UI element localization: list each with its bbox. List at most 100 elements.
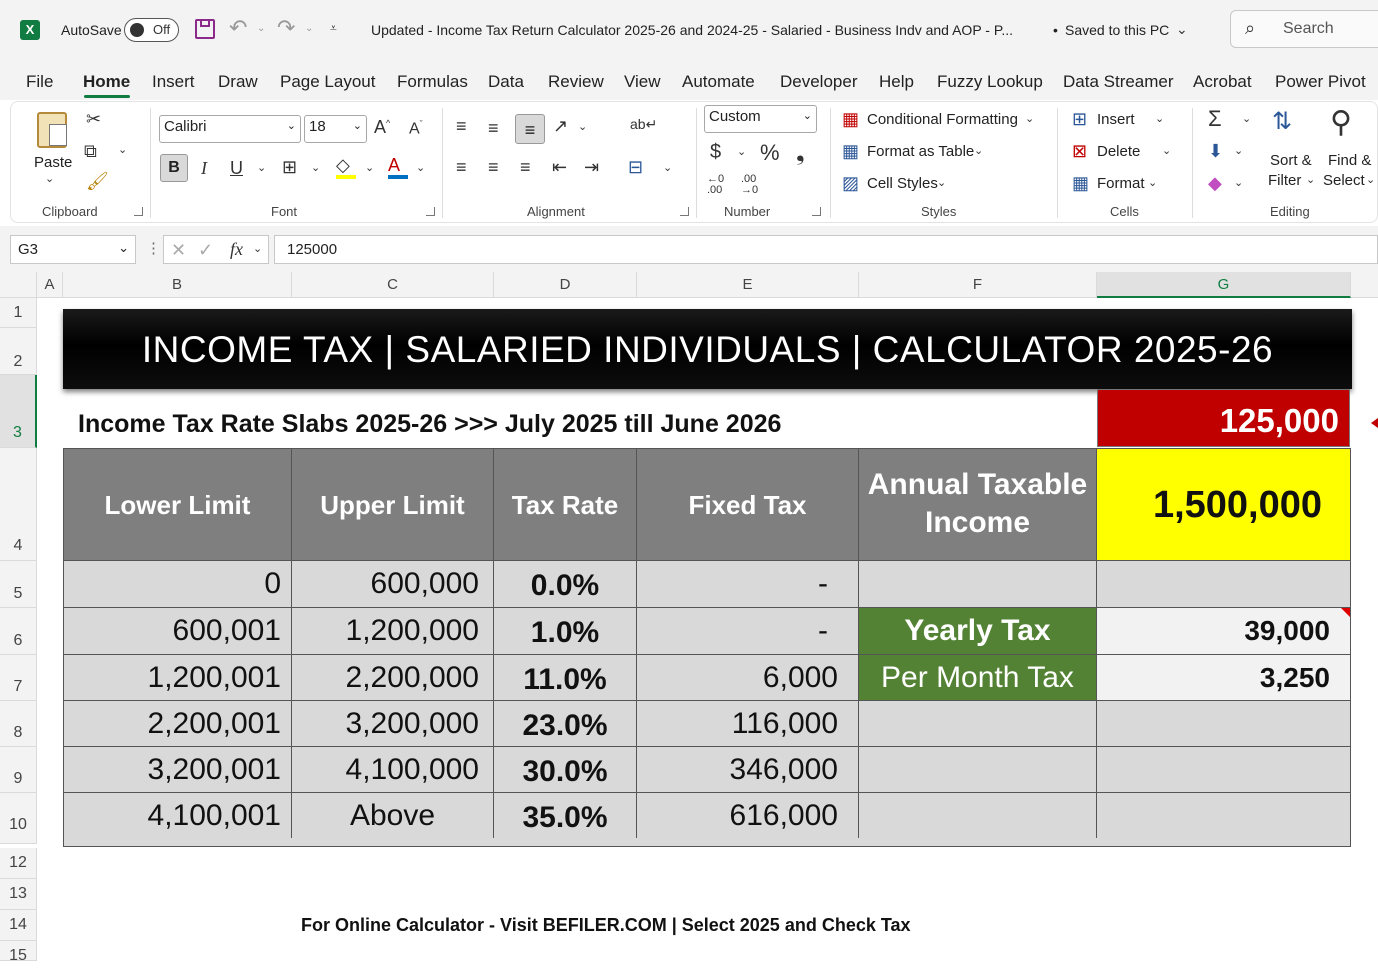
clear-dropdown-icon[interactable]: ⌄ — [1234, 178, 1243, 189]
undo-dropdown-icon[interactable]: ⌄ — [257, 24, 265, 34]
paste-label[interactable]: Paste — [34, 154, 72, 171]
clipboard-launcher-icon[interactable] — [134, 207, 143, 216]
table-cell[interactable]: 1,200,000 — [291, 607, 494, 655]
row-header[interactable]: 10 — [0, 793, 37, 844]
tab-insert[interactable]: Insert — [152, 72, 195, 92]
row-header[interactable]: 1 — [0, 298, 37, 328]
font-size-select[interactable]: 18 ⌄ — [304, 115, 367, 143]
decrease-indent-icon[interactable]: ⇤ — [552, 158, 567, 176]
format-as-table-icon[interactable]: ▦ — [842, 142, 859, 160]
tab-power-pivot[interactable]: Power Pivot — [1275, 72, 1366, 92]
column-header[interactable]: D — [494, 272, 637, 298]
save-status[interactable]: Saved to this PC — [1065, 22, 1169, 38]
column-header[interactable]: E — [637, 272, 859, 298]
clear-icon[interactable]: ◆ — [1208, 174, 1222, 192]
tab-automate[interactable]: Automate — [682, 72, 755, 92]
row-header[interactable]: 12 — [0, 848, 37, 879]
decrease-decimal-icon[interactable]: .00 →0 — [741, 174, 758, 196]
autosum-icon[interactable]: Σ — [1208, 108, 1222, 130]
find-select-label-1[interactable]: Find & — [1328, 152, 1371, 169]
redo-icon[interactable]: ↷ — [277, 17, 295, 39]
table-cell[interactable]: Above — [291, 792, 494, 839]
italic-button[interactable]: I — [201, 159, 207, 177]
table-cell[interactable]: 4,100,001 — [63, 792, 292, 839]
format-as-table-button[interactable]: Format as Table — [867, 143, 974, 160]
accounting-dropdown-icon[interactable]: ⌄ — [737, 147, 746, 158]
table-cell[interactable]: 6,000 — [636, 654, 859, 701]
table-cell[interactable]: 3,200,000 — [291, 700, 494, 747]
table-cell[interactable] — [858, 700, 1097, 747]
orientation-dropdown-icon[interactable]: ⌄ — [578, 122, 587, 133]
alignment-launcher-icon[interactable] — [680, 207, 689, 216]
comment-indicator-icon[interactable] — [1371, 418, 1378, 428]
row-header[interactable]: 7 — [0, 655, 37, 701]
merge-dropdown-icon[interactable]: ⌄ — [663, 163, 672, 174]
font-name-select[interactable]: Calibri ⌄ — [159, 115, 301, 143]
cut-icon[interactable]: ✂ — [86, 110, 101, 128]
borders-dropdown-icon[interactable]: ⌄ — [311, 163, 320, 174]
column-header[interactable]: A — [37, 272, 63, 298]
format-table-dropdown-icon[interactable]: ⌄ — [974, 146, 983, 157]
annual-income-label[interactable]: Annual Taxable Income — [858, 448, 1097, 561]
orientation-icon[interactable]: ↗ — [553, 117, 568, 135]
formula-input[interactable]: 125000 — [274, 235, 1378, 264]
table-cell[interactable]: 600,000 — [291, 560, 494, 608]
table-cell[interactable]: 2,200,001 — [63, 700, 292, 747]
sort-filter-dropdown-icon[interactable]: ⌄ — [1306, 175, 1315, 186]
tab-help[interactable]: Help — [879, 72, 914, 92]
tab-home[interactable]: Home — [83, 72, 130, 92]
decrease-font-size-icon[interactable]: Aˇ — [409, 120, 423, 137]
sort-filter-label-1[interactable]: Sort & — [1270, 152, 1312, 169]
table-cell[interactable]: 23.0% — [493, 700, 637, 747]
annual-income-value[interactable]: 1,500,000 — [1096, 448, 1351, 561]
find-select-icon[interactable]: ⚲ — [1330, 108, 1352, 138]
header-tax-rate[interactable]: Tax Rate — [493, 448, 637, 561]
more-options-icon[interactable]: ⋮ — [146, 241, 161, 256]
name-box-chevron-icon[interactable]: ⌄ — [118, 240, 129, 256]
column-header[interactable]: C — [292, 272, 494, 298]
merge-center-icon[interactable]: ⊟ — [628, 158, 643, 176]
table-cell[interactable] — [858, 792, 1097, 839]
increase-decimal-icon[interactable]: ←0.00 — [707, 174, 724, 196]
delete-cells-icon[interactable]: ⊠ — [1072, 142, 1087, 160]
monthly-salary-input-cell[interactable]: 125,000 — [1097, 389, 1350, 447]
wrap-text-icon[interactable]: ab↵ — [630, 117, 657, 131]
table-cell[interactable]: 30.0% — [493, 746, 637, 793]
table-cell[interactable]: 3,200,001 — [63, 746, 292, 793]
fill-color-icon[interactable]: ◇ — [336, 156, 356, 179]
table-cell[interactable]: 0 — [63, 560, 292, 608]
table-cell[interactable]: 116,000 — [636, 700, 859, 747]
percent-style-icon[interactable]: % — [760, 142, 780, 164]
bold-button[interactable]: B — [160, 154, 188, 182]
header-upper-limit[interactable]: Upper Limit — [291, 448, 494, 561]
conditional-dropdown-icon[interactable]: ⌄ — [1025, 114, 1034, 125]
increase-font-size-icon[interactable]: A^ — [374, 118, 390, 136]
cancel-entry-icon[interactable]: ✕ — [171, 241, 186, 259]
copy-dropdown-icon[interactable]: ⌄ — [118, 145, 127, 156]
insert-cells-icon[interactable]: ⊞ — [1072, 110, 1087, 128]
format-painter-icon[interactable]: 🖌 — [86, 172, 109, 190]
font-launcher-icon[interactable] — [426, 207, 435, 216]
table-cell[interactable]: 2,200,000 — [291, 654, 494, 701]
align-center-icon[interactable]: ≡ — [488, 158, 499, 176]
tab-view[interactable]: View — [624, 72, 661, 92]
find-select-label-2[interactable]: Select — [1323, 172, 1365, 189]
tab-page-layout[interactable]: Page Layout — [280, 72, 375, 92]
tab-data-streamer[interactable]: Data Streamer — [1063, 72, 1174, 92]
cell-styles-icon[interactable]: ▨ — [842, 174, 859, 192]
yearly-tax-value[interactable]: 39,000 — [1096, 607, 1351, 655]
cell-styles-dropdown-icon[interactable]: ⌄ — [937, 178, 946, 189]
format-dropdown-icon[interactable]: ⌄ — [1148, 178, 1157, 189]
find-select-dropdown-icon[interactable]: ⌄ — [1366, 175, 1375, 186]
format-cells-icon[interactable]: ▦ — [1072, 174, 1089, 192]
note-indicator-icon[interactable] — [1341, 608, 1350, 617]
table-cell[interactable]: 0.0% — [493, 560, 637, 608]
delete-cells-button[interactable]: Delete — [1097, 143, 1140, 160]
table-cell[interactable] — [858, 560, 1097, 608]
name-box[interactable]: G3 ⌄ — [10, 235, 136, 264]
row-header[interactable]: 14 — [0, 910, 37, 941]
fill-color-dropdown-icon[interactable]: ⌄ — [365, 163, 374, 174]
table-cell[interactable]: 4,100,000 — [291, 746, 494, 793]
row-header[interactable]: 5 — [0, 561, 37, 608]
table-cell[interactable] — [1096, 746, 1351, 793]
